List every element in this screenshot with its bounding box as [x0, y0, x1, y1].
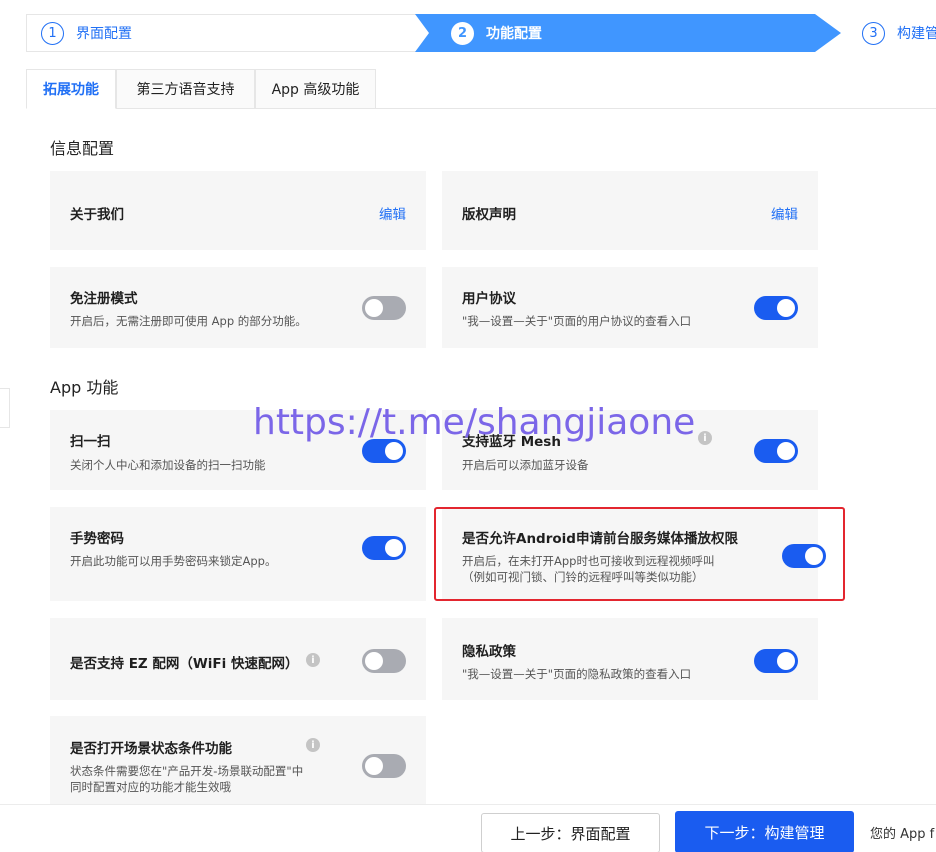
card-title: 版权声明 [462, 207, 516, 223]
card-description: "我—设置—关于"页面的隐私政策的查看入口 [462, 667, 692, 681]
section-title-app-features: App 功能 [50, 378, 119, 397]
step-number: 3 [862, 21, 885, 45]
card-title: 隐私政策 [462, 644, 516, 660]
step-label: 功能配置 [486, 26, 542, 42]
card-description-line2: 同时配置对应的功能才能生效哦 [70, 780, 231, 794]
android-media-permission-toggle[interactable] [782, 544, 826, 568]
toggle-knob [805, 547, 823, 565]
toggle-knob [365, 757, 383, 775]
card-scene-condition: 是否打开场景状态条件功能 i 状态条件需要您在"产品开发-场景联动配置"中 同时… [50, 716, 426, 804]
tab-app-advanced[interactable]: App 高级功能 [255, 69, 376, 109]
card-description: 开启此功能可以用手势密码来锁定App。 [70, 554, 277, 568]
card-description: "我—设置—关于"页面的用户协议的查看入口 [462, 314, 692, 328]
user-agreement-toggle[interactable] [754, 296, 798, 320]
card-description-line2: （例如可视门锁、门铃的远程呼叫等类似功能） [462, 570, 704, 584]
footer-note: 您的 App f [870, 827, 935, 842]
card-copyright: 版权声明 编辑 [442, 171, 818, 250]
toggle-knob [365, 299, 383, 317]
info-circle-icon[interactable]: i [306, 738, 320, 752]
step-number: 2 [451, 21, 474, 45]
toggle-knob [777, 442, 795, 460]
tab-extended-features[interactable]: 拓展功能 [26, 69, 116, 109]
card-no-register-mode: 免注册模式 开启后，无需注册即可使用 App 的部分功能。 [50, 267, 426, 348]
card-title: 手势密码 [70, 531, 124, 547]
card-description-line1: 状态条件需要您在"产品开发-场景联动配置"中 [70, 764, 304, 778]
card-title: 是否允许Android申请前台服务媒体播放权限 [462, 531, 738, 547]
toggle-knob [777, 652, 795, 670]
step-label: 构建管 [897, 26, 936, 42]
card-title: 是否打开场景状态条件功能 [70, 741, 232, 757]
toggle-knob [365, 652, 383, 670]
side-collapse-handle[interactable] [0, 388, 10, 428]
footer-bar: 上一步：界面配置 下一步：构建管理 您的 App f [0, 804, 936, 852]
gesture-password-toggle[interactable] [362, 536, 406, 560]
card-description: 开启后可以添加蓝牙设备 [462, 458, 589, 472]
toggle-knob [385, 442, 403, 460]
feature-tabs: 拓展功能 第三方语音支持 App 高级功能 [26, 69, 936, 109]
tab-third-party-voice[interactable]: 第三方语音支持 [116, 69, 255, 109]
card-description: 开启后，无需注册即可使用 App 的部分功能。 [70, 314, 307, 328]
previous-step-button[interactable]: 上一步：界面配置 [481, 813, 660, 852]
scene-condition-toggle[interactable] [362, 754, 406, 778]
toggle-knob [385, 539, 403, 557]
no-register-toggle[interactable] [362, 296, 406, 320]
info-circle-icon[interactable]: i [698, 431, 712, 445]
stepper: 1 界面配置 2 功能配置 3 构建管 [26, 14, 936, 52]
step-label: 界面配置 [76, 26, 132, 42]
card-ez-network: 是否支持 EZ 配网（WiFi 快速配网） i [50, 618, 426, 700]
overlay-link-text: https://t.me/shangjiaone [253, 402, 696, 443]
info-circle-icon[interactable]: i [306, 653, 320, 667]
card-title: 用户协议 [462, 291, 516, 307]
edit-copyright-link[interactable]: 编辑 [771, 203, 798, 223]
card-description: 关闭个人中心和添加设备的扫一扫功能 [70, 458, 266, 472]
ez-network-toggle[interactable] [362, 649, 406, 673]
edit-about-us-link[interactable]: 编辑 [379, 203, 406, 223]
step-active-background [415, 14, 841, 52]
step-function-config[interactable]: 2 功能配置 [415, 14, 841, 52]
card-description-line1: 开启后，在未打开App时也可接收到远程视频呼叫 [462, 554, 715, 568]
card-gesture-password: 手势密码 开启此功能可以用手势密码来锁定App。 [50, 507, 426, 601]
section-title-info-config: 信息配置 [50, 139, 115, 158]
step-build-management[interactable]: 3 构建管 [862, 14, 936, 52]
card-privacy-policy: 隐私政策 "我—设置—关于"页面的隐私政策的查看入口 [442, 618, 818, 700]
toggle-knob [777, 299, 795, 317]
card-android-media-permission: 是否允许Android申请前台服务媒体播放权限 开启后，在未打开App时也可接收… [442, 507, 826, 601]
card-title: 扫一扫 [70, 434, 111, 450]
card-about-us: 关于我们 编辑 [50, 171, 426, 250]
card-title: 是否支持 EZ 配网（WiFi 快速配网） [70, 656, 299, 672]
card-title: 免注册模式 [70, 291, 138, 307]
card-title: 关于我们 [70, 207, 124, 223]
privacy-policy-toggle[interactable] [754, 649, 798, 673]
bluetooth-mesh-toggle[interactable] [754, 439, 798, 463]
step-interface-config[interactable]: 1 界面配置 [26, 14, 421, 52]
card-user-agreement: 用户协议 "我—设置—关于"页面的用户协议的查看入口 [442, 267, 818, 348]
step-number: 1 [41, 21, 64, 45]
next-step-button[interactable]: 下一步：构建管理 [675, 811, 854, 852]
